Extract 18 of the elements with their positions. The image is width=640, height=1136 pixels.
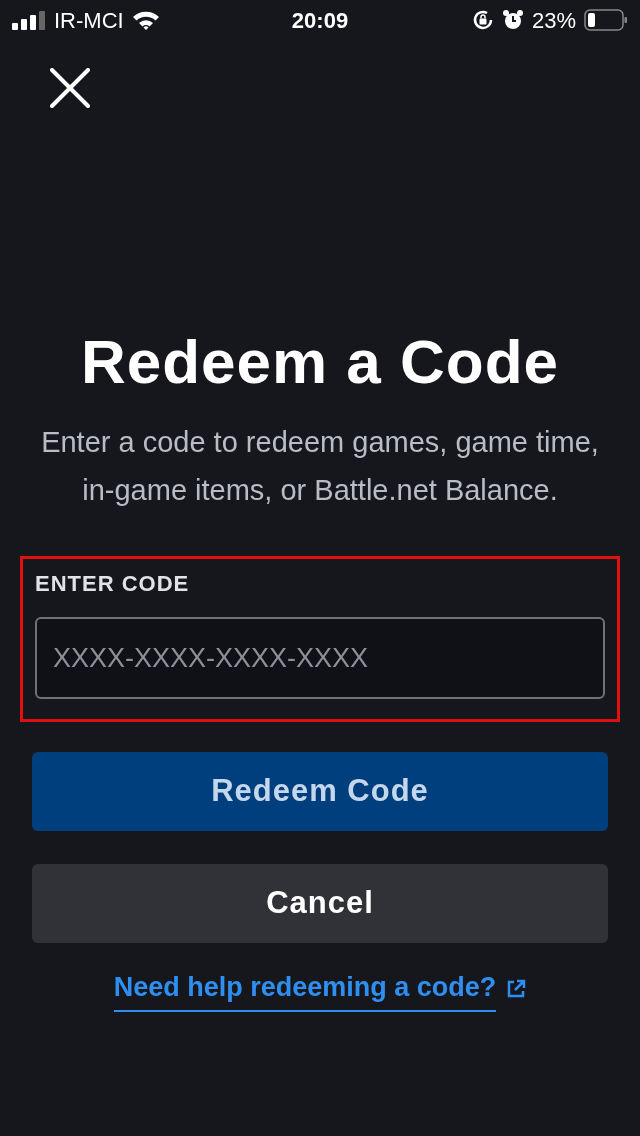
cancel-button[interactable]: Cancel	[32, 864, 608, 943]
redeem-button[interactable]: Redeem Code	[32, 752, 608, 831]
external-link-icon	[506, 979, 527, 1000]
description: Enter a code to redeem games, game time, in-game items, or Battle.net Balance.	[40, 425, 600, 508]
page-title: Redeem a Code	[79, 326, 561, 398]
wifi-icon	[131, 10, 160, 30]
battery-percent: 23%	[531, 6, 576, 35]
rotation-lock-icon	[471, 9, 494, 31]
carrier-name: IR-MCI	[54, 6, 124, 35]
close-button[interactable]	[48, 66, 92, 110]
help-link[interactable]: Need help redeeming a code?	[113, 967, 497, 1012]
alarm-icon	[501, 9, 524, 31]
status-time: 20:09	[291, 6, 349, 35]
battery-icon	[584, 9, 628, 31]
code-input-field[interactable]: XXXX-XXXX-XXXX-XXXX	[35, 617, 605, 699]
close-icon	[50, 68, 90, 108]
signal-icon	[12, 10, 46, 30]
field-label: ENTER CODE	[35, 571, 191, 597]
